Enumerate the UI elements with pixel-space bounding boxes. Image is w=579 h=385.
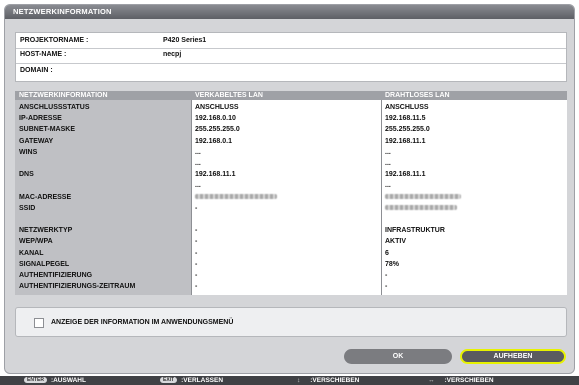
wired-value: - xyxy=(195,260,198,268)
redacted-mac-address xyxy=(385,193,461,202)
wired-value: 192.168.0.1 xyxy=(195,137,232,145)
wired-value: 255.255.255.0 xyxy=(195,126,240,134)
wired-value: ... xyxy=(195,160,201,167)
wireless-value: 192.168.11.5 xyxy=(385,115,426,123)
footer-item-move-horizontal: ↔:VERSCHIEBEN xyxy=(428,377,494,384)
projector-name-label: PROJEKTORNAME : xyxy=(20,37,89,44)
show-in-app-menu-checkbox[interactable] xyxy=(34,318,44,328)
wireless-value: ANSCHLUSS xyxy=(385,104,429,111)
wired-value: 192.168.11.1 xyxy=(195,171,236,179)
wireless-value: - xyxy=(385,272,388,279)
enter-key-icon: ENTER xyxy=(24,377,47,384)
redacted-ssid xyxy=(385,204,457,213)
ok-button[interactable]: OK xyxy=(344,349,452,364)
menu-display-option: ANZEIGE DER INFORMATION IM ANWENDUNGSMEN… xyxy=(15,307,567,337)
exit-key-icon: EXIT xyxy=(160,377,178,384)
wireless-value: 6 xyxy=(385,249,389,257)
up-down-arrow-icon: ↕ xyxy=(297,377,301,384)
row-label: WINS xyxy=(19,148,38,156)
cancel-button[interactable]: AUFHEBEN xyxy=(460,349,566,364)
footer-item-exit: EXIT:VERLASSEN xyxy=(160,376,223,385)
key-help-bar: ENTER:AUSWAHL EXIT:VERLASSEN ↕:VERSCHIEB… xyxy=(0,376,579,385)
projector-name-value: P420 Series1 xyxy=(163,37,207,44)
row-label: IP-ADRESSE xyxy=(19,115,62,123)
wired-value: - xyxy=(195,238,198,246)
wireless-value: ... xyxy=(385,182,391,190)
wireless-value: AKTIV xyxy=(385,238,406,246)
left-right-arrow-icon: ↔ xyxy=(428,377,435,384)
wired-value: 192.168.0.10 xyxy=(195,115,236,123)
header-network-info: NETZWERKINFORMATION xyxy=(19,92,108,99)
wireless-value: ... xyxy=(385,160,391,167)
row-label: SSID xyxy=(19,204,36,212)
row-label: ANSCHLUSSSTATUS xyxy=(19,104,90,111)
row-label: GATEWAY xyxy=(19,137,54,145)
wireless-value: 192.168.11.1 xyxy=(385,137,426,145)
wired-value: - xyxy=(195,249,198,257)
row-label: DNS xyxy=(19,171,34,179)
wired-value: ... xyxy=(195,148,201,156)
row-label: AUTHENTIFIZIERUNGS-ZEITRAUM xyxy=(19,283,136,291)
footer-item-select: ENTER:AUSWAHL xyxy=(24,376,86,385)
network-information-dialog: NETZWERKINFORMATION PROJEKTORNAME : P420… xyxy=(4,4,575,374)
wireless-value: - xyxy=(385,283,388,291)
wired-value: - xyxy=(195,283,198,291)
row-label: AUTHENTIFIZIERUNG xyxy=(19,272,93,279)
row-label: NETZWERKTYP xyxy=(19,227,73,235)
domain-row: DOMAIN : xyxy=(16,63,566,79)
row-label: WEP/WPA xyxy=(19,238,53,246)
wired-value: - xyxy=(195,204,198,212)
wired-value: - xyxy=(195,227,198,235)
wireless-value: ... xyxy=(385,148,391,156)
wireless-value: 192.168.11.1 xyxy=(385,171,426,179)
table-header: NETZWERKINFORMATION VERKABELTES LAN DRAH… xyxy=(15,91,567,100)
header-wired-lan: VERKABELTES LAN xyxy=(195,92,263,99)
wired-value: ... xyxy=(195,182,201,190)
host-name-row: HOST-NAME : necpj xyxy=(16,48,566,60)
row-label: MAC-ADRESSE xyxy=(19,193,72,201)
wireless-value: 255.255.255.0 xyxy=(385,126,430,134)
projector-info-panel: PROJEKTORNAME : P420 Series1 HOST-NAME :… xyxy=(15,32,567,82)
domain-label: DOMAIN : xyxy=(20,67,53,74)
host-name-value: necpj xyxy=(163,51,182,58)
footer-item-move-vertical: ↕:VERSCHIEBEN xyxy=(297,377,360,384)
wired-value: ANSCHLUSS xyxy=(195,104,239,111)
projector-name-row: PROJEKTORNAME : P420 Series1 xyxy=(16,35,566,47)
show-in-app-menu-label: ANZEIGE DER INFORMATION IM ANWENDUNGSMEN… xyxy=(51,319,234,326)
wireless-value: 78% xyxy=(385,260,400,268)
wired-value: - xyxy=(195,272,198,279)
host-name-label: HOST-NAME : xyxy=(20,51,67,58)
row-label: SUBNET-MASKE xyxy=(19,126,76,134)
header-wireless-lan: DRAHTLOSES LAN xyxy=(385,92,450,99)
network-info-table: NETZWERKINFORMATION VERKABELTES LAN DRAH… xyxy=(15,91,567,295)
redacted-mac-address xyxy=(195,193,277,202)
row-label: KANAL xyxy=(19,249,44,257)
wireless-value: INFRASTRUKTUR xyxy=(385,227,445,235)
dialog-title: NETZWERKINFORMATION xyxy=(5,5,574,19)
row-label: SIGNALPEGEL xyxy=(19,260,70,268)
